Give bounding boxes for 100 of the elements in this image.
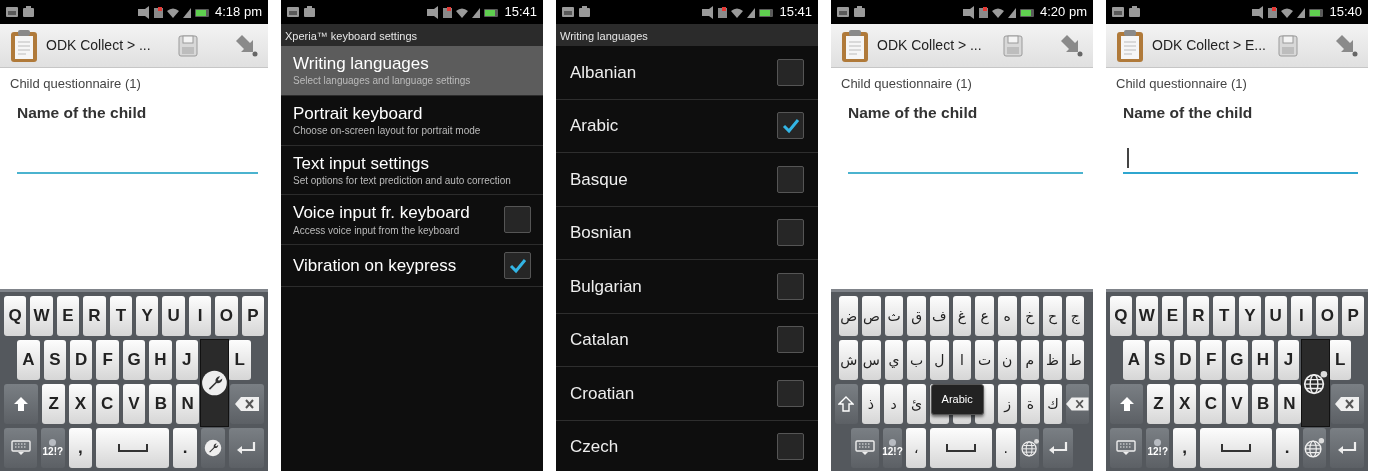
keyboard-key[interactable]: ح [1043,296,1062,336]
keyboard-key[interactable]: ، [906,428,927,468]
enter-key[interactable] [1329,428,1364,468]
keyboard-key[interactable]: ع [975,296,994,336]
keyboard-key[interactable]: خ [1020,296,1040,336]
keyboard-key[interactable]: N [176,384,199,424]
keyboard-key[interactable]: W [30,296,53,336]
keyboard-key[interactable]: د [884,384,904,424]
keyboard-key[interactable]: U [1264,296,1287,336]
settings-item[interactable]: Writing languages Select languages and language settings [281,46,543,96]
keyboard-key[interactable]: O [1316,296,1339,336]
keyboard-key[interactable]: س [862,340,881,380]
settings-item[interactable]: Text input settings Set options for text prediction and auto correction [281,145,543,196]
keyboard-key[interactable]: م [1020,340,1040,380]
keyboard-key[interactable]: Y [1239,296,1261,336]
keyboard-key[interactable]: S [43,340,66,380]
keyboard-key[interactable]: A [17,340,40,380]
keyboard-key[interactable]: . [173,428,197,468]
shift-key[interactable] [1110,384,1144,424]
keyboard-key[interactable]: ج [1065,296,1085,336]
settings-key[interactable] [201,428,225,468]
keyboard-key[interactable]: O [215,296,238,336]
keyboard-key[interactable]: ق [907,296,926,336]
keyboard-key[interactable]: L [228,340,251,380]
shift-key[interactable] [4,384,39,424]
keyboard-key[interactable]: ه [997,296,1017,336]
keyboard-key[interactable]: D [1174,340,1197,380]
checkbox[interactable] [504,252,531,279]
checkbox[interactable] [777,433,804,461]
checkbox[interactable] [777,326,804,354]
keyboard-key[interactable]: J [175,340,199,380]
space-key[interactable] [1200,428,1272,468]
keyboard-key[interactable]: D [70,340,93,380]
arrow-icon[interactable] [1336,34,1358,57]
backspace-key[interactable] [229,384,264,424]
keyboard-key[interactable]: S [1148,340,1171,380]
keyboard-key[interactable]: G [122,340,146,380]
keyboard-key[interactable]: J [1277,340,1300,380]
keyboard-key[interactable]: T [1213,296,1235,336]
keyboard-key[interactable]: R [1187,296,1210,336]
settings-item[interactable]: Portrait keyboard Choose on-screen layout for portrait mode [281,95,543,146]
enter-key[interactable] [228,428,264,468]
keyboard-key[interactable]: ي [884,340,904,380]
checkbox[interactable] [777,379,804,407]
input-field[interactable] [1123,147,1358,174]
keyboard-key[interactable]: P [1342,296,1364,336]
keyboard-key[interactable]: F [96,340,119,380]
arrow-icon[interactable] [236,34,258,57]
symbols-key[interactable]: 12!? [882,428,903,468]
keyboard-key[interactable]: ب [907,340,926,380]
keyboard-key[interactable]: H [1251,340,1274,380]
keyboard-key[interactable]: ش [839,340,859,380]
keyboard-key[interactable]: ث [884,296,904,336]
keyboard-key[interactable]: R [83,296,106,336]
keyboard-key[interactable]: ئ [907,384,926,424]
checkbox[interactable] [777,272,804,300]
keyboard-key[interactable]: X [1173,384,1196,424]
backspace-key[interactable] [1066,384,1089,424]
keyboard-key[interactable]: B [149,384,173,424]
keyboard-key[interactable]: ذ [861,384,881,424]
keyboard-key[interactable]: W [1135,296,1158,336]
keyboard-key[interactable]: ا [952,340,972,380]
keyboard-key[interactable]: C [1199,384,1222,424]
keyboard-key[interactable]: E [56,296,80,336]
settings-item[interactable]: Vibration on keypress [281,245,543,287]
keyboard-key[interactable]: G [1226,340,1248,380]
keyboard-key[interactable]: B [1252,384,1275,424]
checkbox[interactable] [777,219,804,247]
keyboard-key[interactable]: C [95,384,119,424]
keyboard-key[interactable]: E [1161,296,1184,336]
keyboard-key[interactable]: I [188,296,212,336]
space-key[interactable] [930,428,992,468]
keyboard-key[interactable]: I [1290,296,1313,336]
keyboard-key[interactable]: ك [1043,384,1063,424]
keyboard-key[interactable]: ض [839,296,859,336]
language-key[interactable] [1019,428,1040,468]
checkbox[interactable] [777,112,804,140]
language-key[interactable] [1302,428,1326,468]
arrow-icon[interactable] [1061,34,1083,57]
keyboard-key[interactable]: غ [952,296,972,336]
keyboard-switch-key[interactable] [4,428,38,468]
keyboard-key[interactable]: U [162,296,185,336]
checkbox[interactable] [777,165,804,193]
keyboard-key[interactable]: ت [975,340,994,380]
keyboard-key[interactable]: ط [1065,340,1085,380]
keyboard-key[interactable]: P [241,296,265,336]
keyboard-key[interactable]: . [995,428,1016,468]
keyboard-key[interactable]: V [122,384,146,424]
keyboard-key[interactable]: L [1329,340,1352,380]
keyboard-key[interactable]: ف [930,296,949,336]
keyboard-key[interactable]: T [109,296,133,336]
keyboard-key[interactable]: ص [862,296,881,336]
keyboard-key[interactable]: ز [998,384,1017,424]
keyboard-key[interactable]: , [68,428,93,468]
keyboard-switch-key[interactable] [1110,428,1143,468]
shift-key[interactable] [835,384,858,424]
keyboard-key[interactable]: . [1275,428,1299,468]
keyboard-key[interactable]: Z [1147,384,1170,424]
keyboard-key[interactable]: , [1173,428,1197,468]
keyboard-key[interactable]: Z [42,384,65,424]
